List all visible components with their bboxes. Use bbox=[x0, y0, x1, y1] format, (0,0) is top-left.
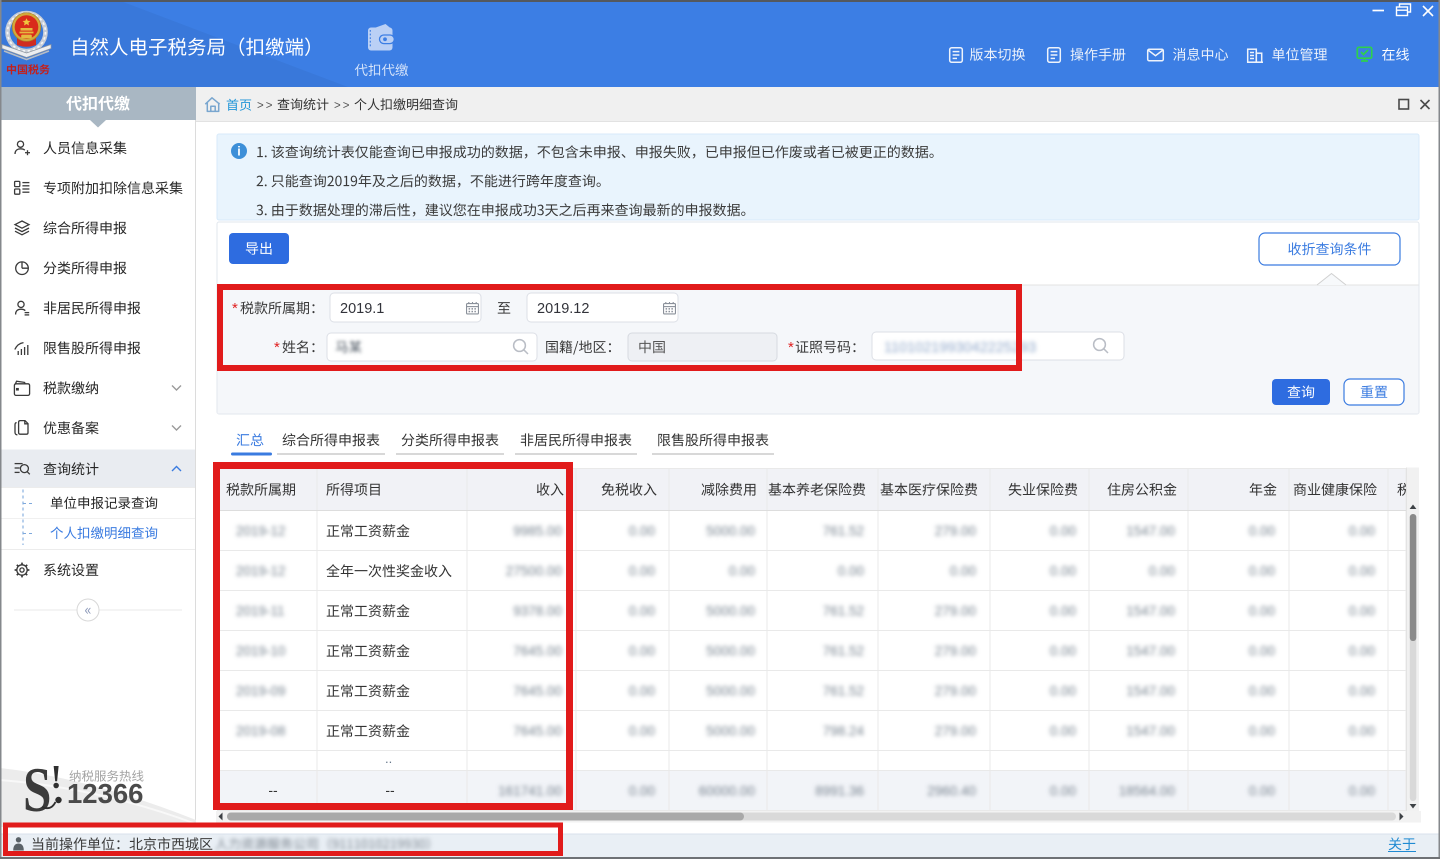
svg-text:i: i bbox=[237, 145, 240, 159]
svg-text:>>: >> bbox=[334, 100, 351, 112]
svg-text:*: * bbox=[788, 339, 794, 356]
svg-text:9378.00: 9378.00 bbox=[513, 604, 562, 619]
svg-text:0.00: 0.00 bbox=[1249, 524, 1275, 539]
svg-text:7645.00: 7645.00 bbox=[513, 724, 562, 739]
svg-text:0.00: 0.00 bbox=[629, 684, 655, 699]
svg-text:0.00: 0.00 bbox=[1249, 784, 1275, 799]
svg-text:1547.00: 1547.00 bbox=[1126, 724, 1175, 739]
svg-text:5000.00: 5000.00 bbox=[706, 524, 755, 539]
svg-text:1101021993042225293: 1101021993042225293 bbox=[884, 340, 1036, 356]
svg-text:279.00: 279.00 bbox=[935, 604, 976, 619]
svg-text:18564.00: 18564.00 bbox=[1119, 784, 1175, 799]
svg-text:0.00: 0.00 bbox=[950, 564, 976, 579]
svg-text:279.00: 279.00 bbox=[935, 684, 976, 699]
svg-text:!: ! bbox=[51, 759, 62, 796]
svg-text:0.00: 0.00 bbox=[1249, 724, 1275, 739]
svg-text:0.00: 0.00 bbox=[1349, 784, 1375, 799]
svg-text:0.00: 0.00 bbox=[1050, 724, 1076, 739]
svg-text:0.00: 0.00 bbox=[729, 564, 755, 579]
svg-text:2960.40: 2960.40 bbox=[927, 784, 976, 799]
svg-text:0.00: 0.00 bbox=[1349, 684, 1375, 699]
svg-text:0.00: 0.00 bbox=[1249, 684, 1275, 699]
svg-text:*: * bbox=[232, 300, 238, 317]
svg-text:8991.36: 8991.36 bbox=[815, 784, 864, 799]
svg-text:*: * bbox=[274, 339, 280, 356]
svg-text:0.00: 0.00 bbox=[1349, 564, 1375, 579]
svg-text:0.00: 0.00 bbox=[1050, 604, 1076, 619]
svg-text:0.00: 0.00 bbox=[629, 784, 655, 799]
svg-text:27500.00: 27500.00 bbox=[506, 564, 562, 579]
svg-text:279.00: 279.00 bbox=[935, 524, 976, 539]
svg-text:0.00: 0.00 bbox=[1249, 604, 1275, 619]
svg-text:0.00: 0.00 bbox=[1149, 564, 1175, 579]
svg-text:0.00: 0.00 bbox=[629, 524, 655, 539]
svg-text:5000.00: 5000.00 bbox=[706, 724, 755, 739]
svg-text:--: -- bbox=[268, 782, 278, 798]
svg-text:798.24: 798.24 bbox=[823, 724, 865, 739]
svg-text:2019-09: 2019-09 bbox=[236, 684, 286, 699]
svg-text:0.00: 0.00 bbox=[1050, 684, 1076, 699]
svg-text:2019.12: 2019.12 bbox=[537, 301, 589, 317]
svg-text:0.00: 0.00 bbox=[1349, 604, 1375, 619]
svg-text:761.52: 761.52 bbox=[823, 604, 864, 619]
svg-text:0.00: 0.00 bbox=[1349, 524, 1375, 539]
svg-text:1547.00: 1547.00 bbox=[1126, 604, 1175, 619]
svg-text:161741.00: 161741.00 bbox=[498, 784, 562, 799]
svg-text:7645.00: 7645.00 bbox=[513, 644, 562, 659]
svg-text:761.52: 761.52 bbox=[823, 684, 864, 699]
svg-text:60000.00: 60000.00 bbox=[699, 784, 755, 799]
svg-text:12366: 12366 bbox=[67, 778, 143, 809]
svg-text:0.00: 0.00 bbox=[1349, 724, 1375, 739]
svg-text:1547.00: 1547.00 bbox=[1126, 524, 1175, 539]
svg-text:2019-12: 2019-12 bbox=[236, 564, 286, 579]
svg-text:761.52: 761.52 bbox=[823, 524, 864, 539]
svg-text:0.00: 0.00 bbox=[1050, 784, 1076, 799]
svg-text:2019-08: 2019-08 bbox=[236, 724, 286, 739]
svg-text:0.00: 0.00 bbox=[629, 724, 655, 739]
svg-text:0.00: 0.00 bbox=[1050, 524, 1076, 539]
svg-text:2019.1: 2019.1 bbox=[340, 301, 384, 317]
svg-text:--: -- bbox=[385, 782, 395, 798]
svg-text:0.00: 0.00 bbox=[838, 564, 864, 579]
svg-text:0.00: 0.00 bbox=[1050, 644, 1076, 659]
svg-text:..: .. bbox=[385, 751, 392, 766]
svg-text:0.00: 0.00 bbox=[1349, 644, 1375, 659]
svg-text:279.00: 279.00 bbox=[935, 724, 976, 739]
svg-text:5000.00: 5000.00 bbox=[706, 684, 755, 699]
svg-text:0.00: 0.00 bbox=[629, 644, 655, 659]
svg-text:2019-12: 2019-12 bbox=[236, 524, 286, 539]
svg-text:5000.00: 5000.00 bbox=[706, 604, 755, 619]
svg-text:0.00: 0.00 bbox=[1050, 564, 1076, 579]
svg-text:1547.00: 1547.00 bbox=[1126, 644, 1175, 659]
svg-text:2019-11: 2019-11 bbox=[236, 604, 285, 619]
svg-text:0.00: 0.00 bbox=[1249, 564, 1275, 579]
svg-text:279.00: 279.00 bbox=[935, 644, 976, 659]
svg-text:0.00: 0.00 bbox=[1249, 644, 1275, 659]
svg-text:7645.00: 7645.00 bbox=[513, 684, 562, 699]
svg-text:5000.00: 5000.00 bbox=[706, 644, 755, 659]
svg-text:S: S bbox=[23, 754, 51, 826]
svg-text:1547.00: 1547.00 bbox=[1126, 684, 1175, 699]
svg-text:761.52: 761.52 bbox=[823, 644, 864, 659]
svg-text:2019-10: 2019-10 bbox=[236, 644, 286, 659]
svg-text:>>: >> bbox=[257, 100, 274, 112]
svg-text:0.00: 0.00 bbox=[629, 604, 655, 619]
svg-text:0.00: 0.00 bbox=[629, 564, 655, 579]
svg-text:9985.00: 9985.00 bbox=[513, 524, 562, 539]
